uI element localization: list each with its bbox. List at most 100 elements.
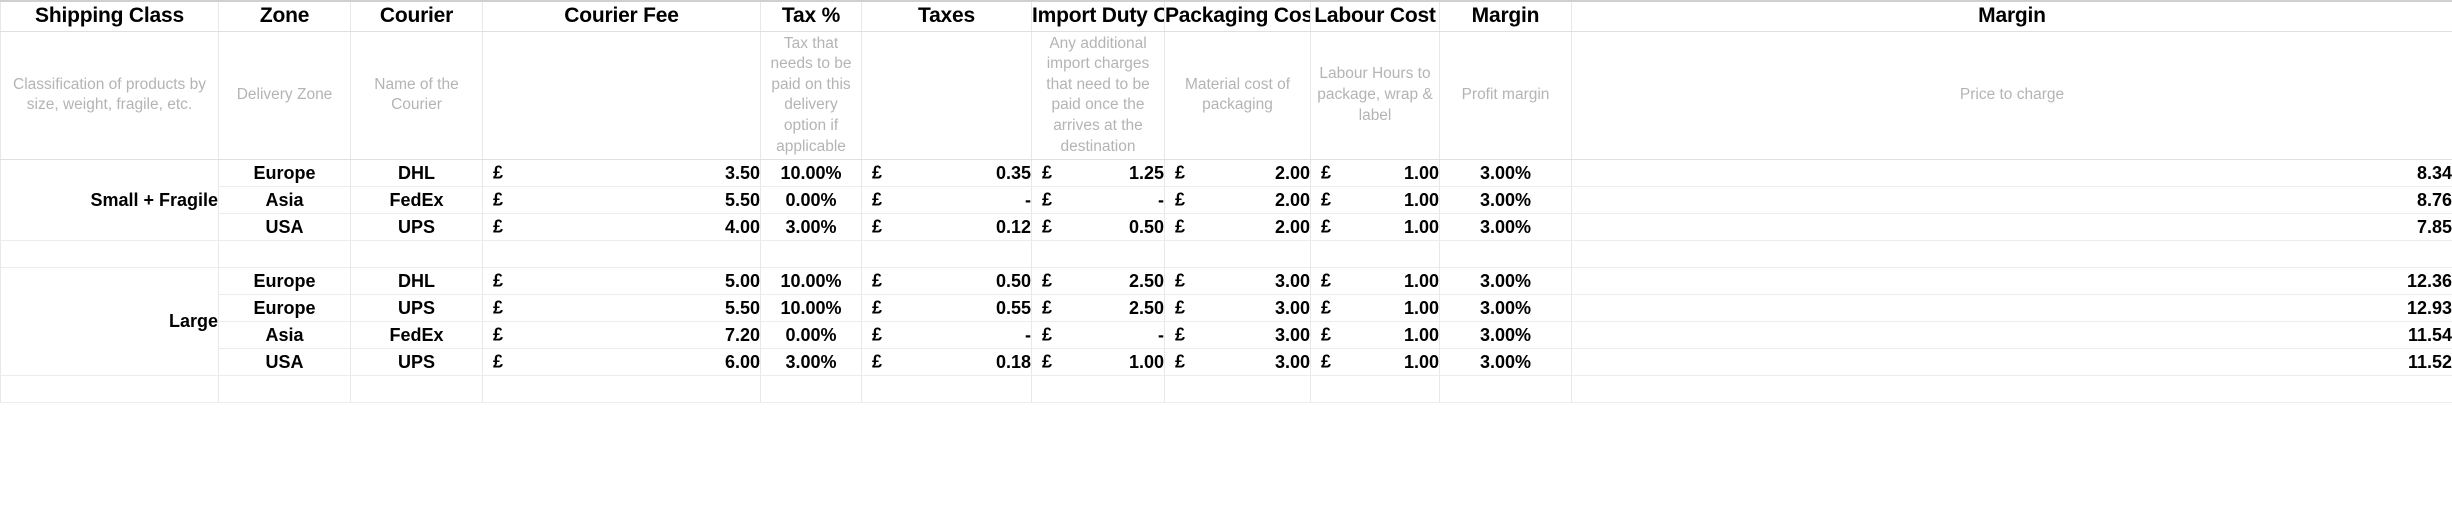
spacer-cell xyxy=(218,375,351,404)
cell-margin-percent[interactable]: 3.00% xyxy=(1439,267,1572,296)
cell-price[interactable]: £ 8.34 xyxy=(1571,159,2452,188)
cell-courier-fee[interactable]: £ 3.50 xyxy=(482,159,761,188)
table-row[interactable]: Large Europe DHL £ 5.00 10.00% £ 0.50 £ … xyxy=(0,267,2452,377)
cell-courier[interactable]: DHL xyxy=(350,159,483,188)
cell-margin-percent[interactable]: 3.00% xyxy=(1439,321,1572,350)
table-row[interactable]: Asia FedEx £ 5.50 0.00% £ - £ - £ 2.00 £… xyxy=(1,186,2452,215)
cell-courier-fee[interactable]: £ 5.00 xyxy=(482,267,761,296)
cell-price[interactable]: £ 7.85 xyxy=(1571,213,2452,242)
cell-import-duty[interactable]: £ 0.50 xyxy=(1031,213,1165,242)
cell-packaging-cost[interactable]: £ 3.00 xyxy=(1164,294,1311,323)
cell-labour-cost[interactable]: £ 1.00 xyxy=(1310,159,1440,188)
cell-import-duty[interactable]: £ 2.50 xyxy=(1031,294,1165,323)
cell-tax-percent[interactable]: 10.00% xyxy=(760,294,862,323)
cell-margin-percent[interactable]: 3.00% xyxy=(1439,186,1572,215)
cell-import-duty[interactable]: £ 2.50 xyxy=(1031,267,1165,296)
column-header-courier-fee[interactable]: Courier Fee xyxy=(482,0,761,32)
cell-zone[interactable]: USA xyxy=(218,348,351,377)
cell-courier-fee[interactable]: £ 7.20 xyxy=(482,321,761,350)
cell-tax-percent[interactable]: 0.00% xyxy=(760,186,862,215)
cell-courier-fee[interactable]: £ 6.00 xyxy=(482,348,761,377)
cell-price[interactable]: £ 11.54 xyxy=(1571,321,2452,350)
cell-zone[interactable]: USA xyxy=(218,213,351,242)
column-header-zone[interactable]: Zone xyxy=(218,0,351,32)
currency-symbol: £ xyxy=(1321,351,1332,372)
cell-taxes[interactable]: £ - xyxy=(861,186,1032,215)
cell-price[interactable]: £ 12.36 xyxy=(1571,267,2452,296)
currency-symbol: £ xyxy=(872,351,883,372)
table-row[interactable]: Small + Fragile Europe DHL £ 3.50 10.00%… xyxy=(0,159,2452,242)
cell-courier[interactable]: DHL xyxy=(350,267,483,296)
cell-courier[interactable]: UPS xyxy=(350,213,483,242)
column-header-courier[interactable]: Courier xyxy=(350,0,483,32)
cell-courier[interactable]: FedEx xyxy=(350,186,483,215)
cell-tax-percent[interactable]: 3.00% xyxy=(760,348,862,377)
cell-zone[interactable]: Europe xyxy=(218,294,351,323)
cell-import-duty[interactable]: £ 1.00 xyxy=(1031,348,1165,377)
column-header-packaging-cost[interactable]: Packaging Cost xyxy=(1164,0,1311,32)
cell-labour-cost[interactable]: £ 1.00 xyxy=(1310,186,1440,215)
cell-tax-percent[interactable]: 0.00% xyxy=(760,321,862,350)
cell-margin-percent[interactable]: 3.00% xyxy=(1439,294,1572,323)
table-row[interactable]: Asia FedEx £ 7.20 0.00% £ - £ - £ 3.00 £… xyxy=(1,321,2452,350)
table-row[interactable]: USA UPS £ 6.00 3.00% £ 0.18 £ 1.00 £ 3.0… xyxy=(1,348,2452,377)
cell-zone[interactable]: Asia xyxy=(218,321,351,350)
cell-labour-cost[interactable]: £ 1.00 xyxy=(1310,348,1440,377)
cell-labour-cost-value: 1.00 xyxy=(1403,270,1439,291)
spacer-cell xyxy=(350,240,483,269)
currency-symbol: £ xyxy=(1321,297,1332,318)
cell-margin-percent[interactable]: 3.00% xyxy=(1439,213,1572,242)
cell-import-duty[interactable]: £ - xyxy=(1031,321,1165,350)
cell-taxes[interactable]: £ 0.50 xyxy=(861,267,1032,296)
cell-tax-percent[interactable]: 10.00% xyxy=(760,159,862,188)
cell-zone[interactable]: Europe xyxy=(218,159,351,188)
cell-packaging-cost[interactable]: £ 3.00 xyxy=(1164,267,1311,296)
shipping-cost-table: Shipping Class Zone Courier Courier Fee … xyxy=(0,0,2452,404)
cell-packaging-cost[interactable]: £ 2.00 xyxy=(1164,186,1311,215)
cell-labour-cost[interactable]: £ 1.00 xyxy=(1310,213,1440,242)
cell-taxes[interactable]: £ 0.12 xyxy=(861,213,1032,242)
cell-courier-fee[interactable]: £ 5.50 xyxy=(482,186,761,215)
cell-taxes[interactable]: £ - xyxy=(861,321,1032,350)
cell-zone[interactable]: Europe xyxy=(218,267,351,296)
cell-import-duty[interactable]: £ - xyxy=(1031,186,1165,215)
cell-price[interactable]: £ 11.52 xyxy=(1571,348,2452,377)
cell-courier[interactable]: FedEx xyxy=(350,321,483,350)
cell-courier-fee[interactable]: £ 4.00 xyxy=(482,213,761,242)
cell-price[interactable]: £ 8.76 xyxy=(1571,186,2452,215)
cell-courier-fee-value: 6.00 xyxy=(724,351,760,372)
cell-margin-percent[interactable]: 3.00% xyxy=(1439,159,1572,188)
column-header-margin-price[interactable]: Margin xyxy=(1571,0,2452,32)
cell-labour-cost[interactable]: £ 1.00 xyxy=(1310,294,1440,323)
column-header-tax-percent[interactable]: Tax % xyxy=(760,0,862,32)
cell-taxes[interactable]: £ 0.18 xyxy=(861,348,1032,377)
cell-courier[interactable]: UPS xyxy=(350,294,483,323)
cell-price[interactable]: £ 12.93 xyxy=(1571,294,2452,323)
cell-packaging-cost[interactable]: £ 3.00 xyxy=(1164,321,1311,350)
cell-taxes-value: - xyxy=(1025,324,1031,345)
cell-zone[interactable]: Asia xyxy=(218,186,351,215)
cell-taxes[interactable]: £ 0.55 xyxy=(861,294,1032,323)
cell-tax-percent[interactable]: 10.00% xyxy=(760,267,862,296)
cell-courier-fee[interactable]: £ 5.50 xyxy=(482,294,761,323)
cell-import-duty-value: - xyxy=(1158,324,1164,345)
cell-import-duty[interactable]: £ 1.25 xyxy=(1031,159,1165,188)
column-header-shipping-class[interactable]: Shipping Class xyxy=(0,0,219,32)
column-header-margin-percent[interactable]: Margin xyxy=(1439,0,1572,32)
column-header-import-duty-charge[interactable]: Import Duty Charge xyxy=(1031,0,1165,32)
cell-courier[interactable]: UPS xyxy=(350,348,483,377)
cell-packaging-cost[interactable]: £ 3.00 xyxy=(1164,348,1311,377)
column-header-labour-cost[interactable]: Labour Cost xyxy=(1310,0,1440,32)
cell-margin-percent[interactable]: 3.00% xyxy=(1439,348,1572,377)
cell-labour-cost[interactable]: £ 1.00 xyxy=(1310,321,1440,350)
cell-labour-cost[interactable]: £ 1.00 xyxy=(1310,267,1440,296)
table-row[interactable]: Europe UPS £ 5.50 10.00% £ 0.55 £ 2.50 £ xyxy=(1,294,2452,323)
cell-packaging-cost[interactable]: £ 2.00 xyxy=(1164,159,1311,188)
cell-taxes[interactable]: £ 0.35 xyxy=(861,159,1032,188)
currency-symbol: £ xyxy=(493,162,504,183)
cell-packaging-cost[interactable]: £ 2.00 xyxy=(1164,213,1311,242)
column-header-taxes[interactable]: Taxes xyxy=(861,0,1032,32)
table-row[interactable]: USA UPS £ 4.00 3.00% £ 0.12 £ 0.50 £ 2.0… xyxy=(1,213,2452,242)
cell-courier-fee-value: 4.00 xyxy=(724,216,760,237)
cell-tax-percent[interactable]: 3.00% xyxy=(760,213,862,242)
